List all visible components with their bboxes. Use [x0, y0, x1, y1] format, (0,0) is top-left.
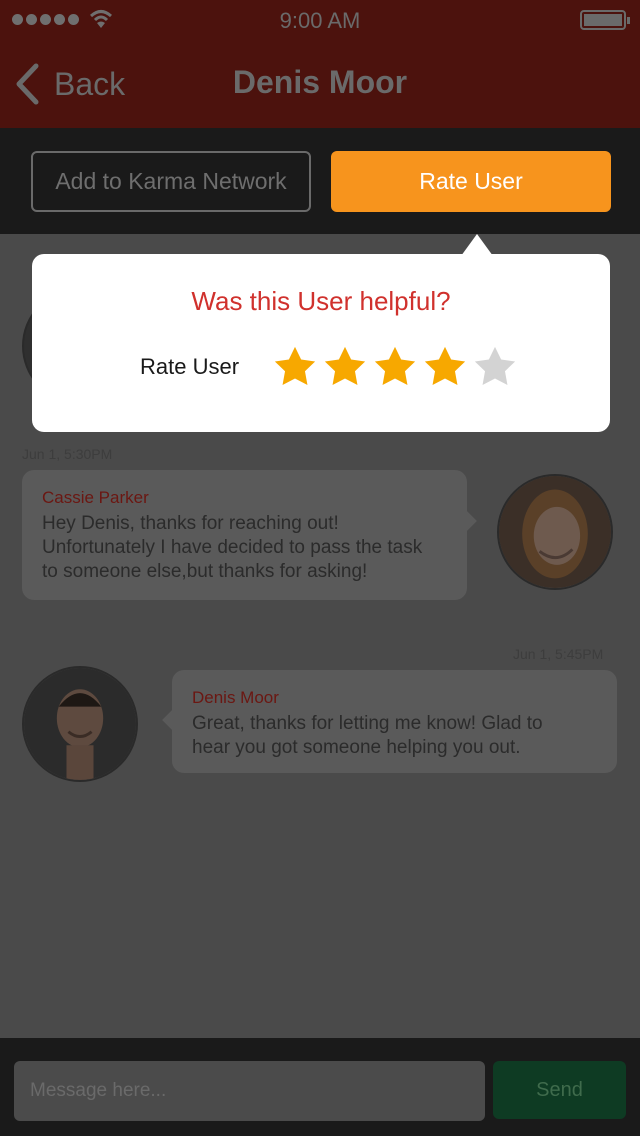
action-bar: Add to Karma Network Rate User [0, 128, 640, 234]
status-time: 9:00 AM [279, 8, 361, 33]
message-text: Great, thanks for letting me know! Glad … [192, 713, 543, 758]
star-icon[interactable] [472, 344, 518, 390]
avatar-denis-moor[interactable] [22, 666, 138, 782]
page-title: Denis Moor [232, 64, 408, 100]
popup-pointer [461, 234, 493, 256]
add-to-karma-network-button[interactable]: Add to Karma Network [31, 151, 311, 212]
message-input[interactable] [14, 1061, 485, 1121]
star-icon[interactable] [422, 344, 468, 390]
rating-label: Rate User [140, 354, 240, 379]
avatar-cassie-parker[interactable] [497, 474, 613, 590]
battery-icon [580, 10, 630, 30]
star-icon[interactable] [322, 344, 368, 390]
popup-question: Was this User helpful? [191, 286, 451, 316]
message-bubble: Cassie Parker Hey Denis, thanks for reac… [22, 470, 467, 600]
rate-user-button[interactable]: Rate User [331, 151, 611, 212]
message-sender: Cassie Parker [42, 488, 149, 507]
star-rating[interactable] [272, 344, 518, 390]
send-button[interactable]: Send [493, 1061, 626, 1119]
message-sender: Denis Moor [192, 688, 279, 707]
message-bubble: Denis Moor Great, thanks for letting me … [172, 670, 617, 773]
navigation-bar: 9:00 AM Back Denis Moor [0, 0, 640, 128]
star-icon[interactable] [372, 344, 418, 390]
user-photo-icon [24, 668, 136, 780]
message-text: Hey Denis, thanks for reaching out! Unfo… [42, 513, 423, 582]
rating-popup: Was this User helpful? Rate User [32, 254, 610, 432]
message-timestamp: Jun 1, 5:30PM [22, 446, 113, 462]
message-composer: Send [0, 1038, 640, 1136]
status-bar: 9:00 AM [0, 0, 640, 40]
star-icon[interactable] [272, 344, 318, 390]
message-timestamp: Jun 1, 5:45PM [513, 646, 604, 662]
user-photo-icon [499, 476, 611, 588]
